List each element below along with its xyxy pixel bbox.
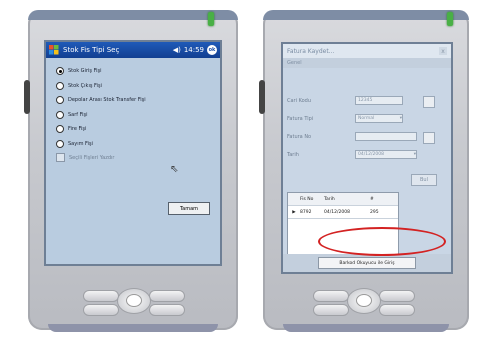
field-fatura-no: Fatura No bbox=[287, 132, 417, 141]
chevron-down-icon: ▾ bbox=[413, 152, 416, 157]
grid-header: Fis No bbox=[300, 196, 314, 202]
hardware-button-right-bottom[interactable] bbox=[149, 304, 185, 316]
grid-cell: 04/12/2008 bbox=[324, 209, 350, 215]
checkbox-icon[interactable] bbox=[56, 153, 65, 162]
fis-type-options: Stok Giriş Fişi Stok Çıkış Fişi Depolar … bbox=[46, 58, 220, 151]
print-checkbox-row[interactable]: Seçili Fişleri Yazdır bbox=[46, 151, 220, 162]
option-sarf[interactable]: Sarf Fişi bbox=[56, 108, 220, 123]
navigation-center-button[interactable] bbox=[356, 294, 372, 307]
field-value: 12345 bbox=[358, 98, 373, 103]
cari-lookup-button[interactable] bbox=[423, 96, 435, 108]
fatura-lookup-button[interactable] bbox=[423, 132, 435, 144]
field-value: Normal bbox=[358, 116, 375, 121]
field-value: 04/12/2008 bbox=[358, 152, 384, 157]
checkbox-label: Seçili Fişleri Yazdır bbox=[69, 154, 115, 161]
hardware-button-right-top[interactable] bbox=[379, 290, 415, 302]
fatura-tipi-select[interactable]: Normal ▾ bbox=[355, 114, 403, 123]
side-button[interactable] bbox=[24, 80, 30, 114]
grid-header: # bbox=[370, 196, 374, 202]
led-indicator bbox=[208, 12, 214, 26]
clock: 14:59 bbox=[183, 46, 204, 54]
option-stok-giris[interactable]: Stok Giriş Fişi bbox=[56, 64, 220, 79]
grid-header-row: Fis No Tarih # bbox=[288, 193, 398, 206]
radio-icon[interactable] bbox=[56, 96, 64, 105]
hardware-buttons bbox=[313, 282, 415, 318]
option-label: Fire Fişi bbox=[68, 126, 87, 133]
bottom-action-bar: Barkod Okuyucu ile Giriş bbox=[283, 254, 451, 272]
radio-icon[interactable] bbox=[56, 110, 64, 119]
field-label: Fatura Tipi bbox=[287, 115, 314, 122]
led-indicator bbox=[447, 12, 453, 26]
hardware-button-left-top[interactable] bbox=[313, 290, 349, 302]
navigation-center-button[interactable] bbox=[126, 294, 142, 307]
grid-cell: 295 bbox=[370, 209, 379, 215]
tab-genel[interactable]: Genel bbox=[283, 58, 451, 68]
table-row[interactable]: ▶ 8792 04/12/2008 295 bbox=[288, 206, 398, 219]
radio-selected-icon[interactable] bbox=[56, 67, 64, 76]
radio-icon[interactable] bbox=[56, 125, 64, 134]
fatura-no-input[interactable] bbox=[355, 132, 417, 141]
hardware-button-right-top[interactable] bbox=[149, 290, 185, 302]
option-label: Stok Giriş Fişi bbox=[68, 68, 102, 75]
stylus-cursor-icon: ⇖ bbox=[170, 164, 179, 175]
form-title: Fatura Kaydet... bbox=[287, 47, 335, 55]
option-stok-cikis[interactable]: Stok Çıkış Fişi bbox=[56, 79, 220, 94]
side-button[interactable] bbox=[259, 80, 265, 114]
grid-header: Tarih bbox=[324, 196, 335, 202]
hardware-button-right-bottom[interactable] bbox=[379, 304, 415, 316]
form-title-bar: Fatura Kaydet... x bbox=[283, 44, 451, 58]
hardware-button-left-bottom[interactable] bbox=[313, 304, 349, 316]
radio-icon[interactable] bbox=[56, 81, 64, 90]
barcode-entry-button[interactable]: Barkod Okuyucu ile Giriş bbox=[318, 257, 416, 269]
window-title: Stok Fis Tipi Seç bbox=[63, 46, 120, 54]
device-bottom-trim bbox=[283, 324, 449, 332]
field-label: Fatura No bbox=[287, 133, 312, 140]
bul-button[interactable]: Bul bbox=[411, 174, 437, 186]
option-fire[interactable]: Fire Fişi bbox=[56, 122, 220, 137]
tamam-button[interactable]: Tamam bbox=[168, 202, 210, 215]
option-depolar-arasi[interactable]: Depolar Arası Stok Transfer Fişi bbox=[56, 93, 220, 108]
field-cari-kodu: Cari Kodu 12345 bbox=[287, 96, 403, 105]
field-tarih: Tarih 04/12/2008 ▾ bbox=[287, 150, 417, 159]
device-top-trim bbox=[28, 10, 238, 20]
radio-icon[interactable] bbox=[56, 139, 64, 148]
device-bottom-trim bbox=[48, 324, 218, 332]
highlight-ellipse bbox=[318, 227, 446, 256]
windows-start-icon[interactable] bbox=[49, 45, 59, 55]
option-sayim[interactable]: Sayım Fişi bbox=[56, 137, 220, 152]
volume-icon[interactable]: ◀) bbox=[173, 46, 181, 54]
tarih-picker[interactable]: 04/12/2008 ▾ bbox=[355, 150, 417, 159]
left-screen: Stok Fis Tipi Seç ◀) 14:59 ok Stok Giriş… bbox=[44, 40, 222, 266]
field-label: Cari Kodu bbox=[287, 97, 312, 104]
option-label: Sarf Fişi bbox=[68, 111, 88, 118]
title-bar: Stok Fis Tipi Seç ◀) 14:59 ok bbox=[46, 42, 220, 58]
grid-cell: 8792 bbox=[300, 209, 312, 215]
cari-kodu-input[interactable]: 12345 bbox=[355, 96, 403, 105]
hardware-button-left-top[interactable] bbox=[83, 290, 119, 302]
close-icon[interactable]: x bbox=[439, 47, 447, 55]
device-top-trim bbox=[263, 10, 469, 20]
option-label: Depolar Arası Stok Transfer Fişi bbox=[68, 97, 146, 104]
ok-button[interactable]: ok bbox=[207, 45, 217, 55]
field-fatura-tipi: Fatura Tipi Normal ▾ bbox=[287, 114, 403, 123]
row-indicator-icon: ▶ bbox=[292, 209, 296, 215]
chevron-down-icon: ▾ bbox=[399, 116, 402, 121]
option-label: Stok Çıkış Fişi bbox=[68, 82, 102, 89]
hardware-button-left-bottom[interactable] bbox=[83, 304, 119, 316]
hardware-buttons bbox=[83, 282, 185, 318]
left-pda-device: Stok Fis Tipi Seç ◀) 14:59 ok Stok Giriş… bbox=[24, 10, 238, 332]
field-label: Tarih bbox=[287, 151, 299, 158]
option-label: Sayım Fişi bbox=[68, 140, 93, 147]
right-pda-device: Fatura Kaydet... x Genel Cari Kodu 12345… bbox=[259, 10, 469, 332]
